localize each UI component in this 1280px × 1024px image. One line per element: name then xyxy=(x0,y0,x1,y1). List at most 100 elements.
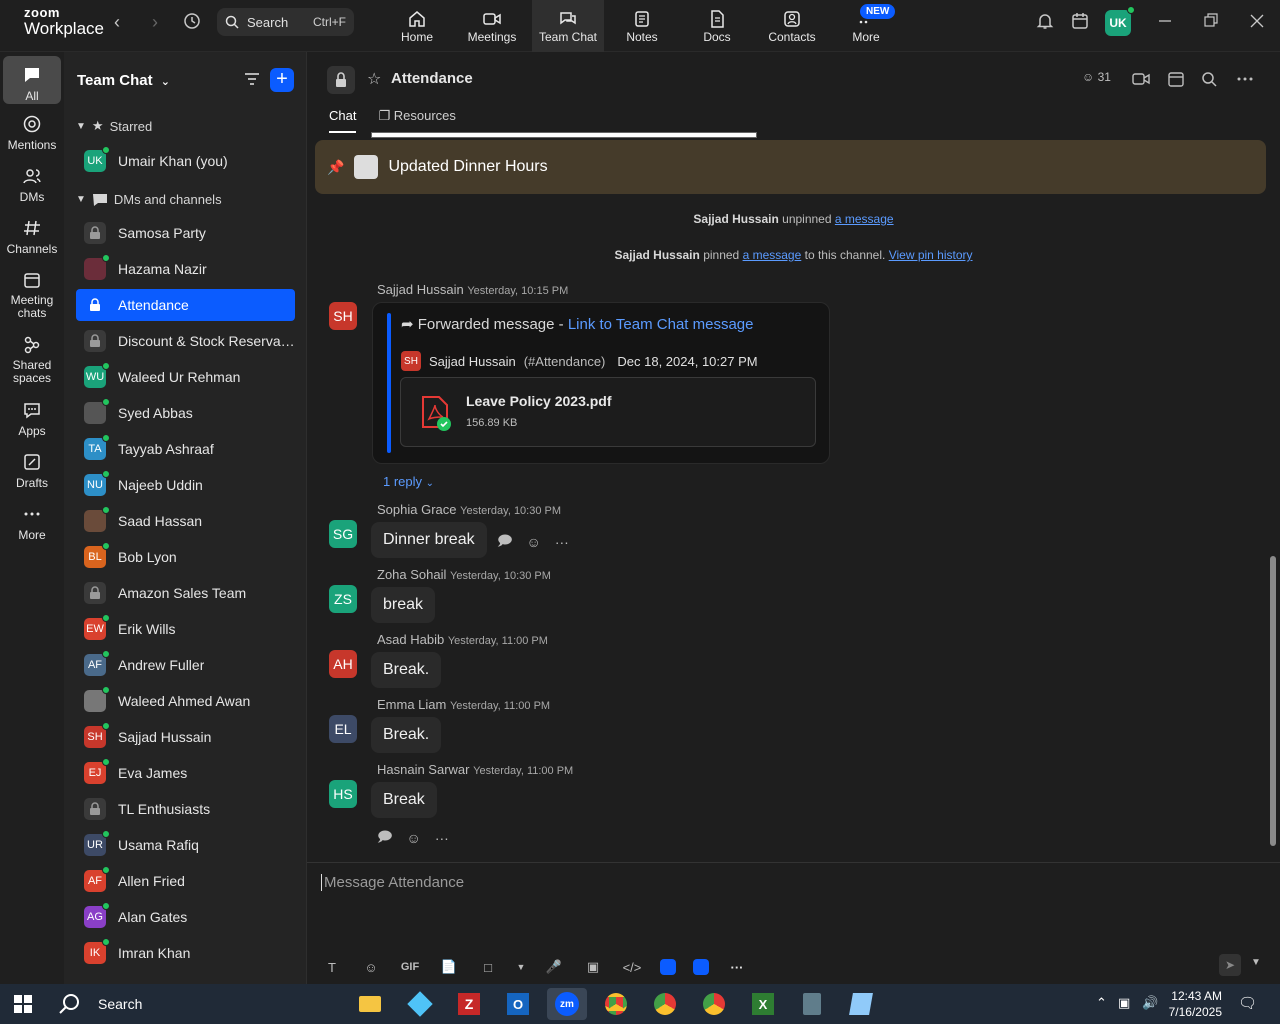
file-attachment[interactable]: Leave Policy 2023.pdf 156.89 KB xyxy=(400,377,816,447)
filter-icon[interactable] xyxy=(244,71,260,87)
chevron-up-icon[interactable]: ⌃ xyxy=(1096,995,1107,1011)
rail-item-all[interactable]: All xyxy=(3,56,61,104)
sidebar-item[interactable]: AG Alan Gates xyxy=(76,901,295,933)
video-call-icon[interactable] xyxy=(1132,72,1150,86)
tab-chat[interactable]: Chat xyxy=(329,108,357,133)
message-bubble[interactable]: Break xyxy=(371,782,437,818)
file-explorer-icon[interactable] xyxy=(350,988,390,1020)
starred-section-header[interactable]: ▼ ★ Starred xyxy=(76,118,152,134)
calendar-icon[interactable] xyxy=(1071,12,1089,35)
system-clock[interactable]: 12:43 AM 7/16/2025 xyxy=(1160,988,1222,1020)
global-search-input[interactable]: Search Ctrl+F xyxy=(217,8,354,36)
channel-title[interactable]: Attendance xyxy=(391,70,473,87)
nav-tab-notes[interactable]: Notes xyxy=(606,0,678,52)
chevron-down-icon[interactable]: ▼ xyxy=(1251,957,1261,968)
more-options-icon[interactable]: ··· xyxy=(555,534,569,550)
sidebar-item[interactable]: Amazon Sales Team xyxy=(76,577,295,609)
message-link[interactable]: a message xyxy=(835,212,894,226)
minimize-icon[interactable] xyxy=(1158,12,1172,35)
nav-tab-home[interactable]: Home xyxy=(381,0,453,52)
sidebar-item[interactable]: EJ Eva James xyxy=(76,757,295,789)
pinned-message-banner[interactable]: 📌 Updated Dinner Hours xyxy=(315,140,1266,194)
reply-icon[interactable]: 🗩 xyxy=(377,826,393,850)
sidebar-item[interactable]: WU Waleed Ur Rehman xyxy=(76,361,295,393)
sidebar-item-self[interactable]: UK Umair Khan (you) xyxy=(76,145,295,177)
sidebar-item[interactable]: TA Tayyab Ashraaf xyxy=(76,433,295,465)
calculator-icon[interactable] xyxy=(792,988,832,1020)
sidebar-item[interactable]: Discount & Stock Reservati... xyxy=(76,325,295,357)
microphone-icon[interactable]: 🎤 xyxy=(543,956,565,978)
avatar[interactable]: SH xyxy=(329,302,357,330)
rail-item-mentions[interactable]: Mentions xyxy=(0,114,64,152)
search-icon[interactable] xyxy=(1201,71,1217,87)
member-count[interactable]: ☺ 31 xyxy=(1082,70,1111,84)
emoji-reaction-icon[interactable]: ☺ xyxy=(407,830,421,846)
notepad-icon[interactable] xyxy=(841,988,881,1020)
zoom-app-icon[interactable] xyxy=(693,959,709,975)
star-outline-icon[interactable]: ☆ xyxy=(367,69,381,89)
nav-tab-docs[interactable]: Docs xyxy=(681,0,753,52)
sidebar-item[interactable]: AF Allen Fried xyxy=(76,865,295,897)
attach-file-icon[interactable]: 📄 xyxy=(438,956,460,978)
volume-icon[interactable]: 🔊 xyxy=(1142,995,1158,1011)
avatar[interactable]: AH xyxy=(329,650,357,678)
sidebar-item[interactable]: NU Najeeb Uddin xyxy=(76,469,295,501)
sidebar-item[interactable]: Saad Hassan xyxy=(76,505,295,537)
rail-item-channels[interactable]: Channels xyxy=(0,218,64,256)
avatar[interactable]: ZS xyxy=(329,585,357,613)
reply-icon[interactable]: 🗩 xyxy=(497,530,513,554)
back-arrow-icon[interactable]: ‹ xyxy=(114,12,120,33)
bell-icon[interactable] xyxy=(1036,12,1054,35)
sidebar-item[interactable]: Attendance xyxy=(76,289,295,321)
sidebar-item[interactable]: AF Andrew Fuller xyxy=(76,649,295,681)
rail-item-shared-spaces[interactable]: Shared spaces xyxy=(0,335,64,385)
notifications-icon[interactable]: 🗨 xyxy=(1238,994,1257,1012)
team-chat-message-link[interactable]: Link to Team Chat message xyxy=(568,316,754,333)
forward-arrow-icon[interactable]: › xyxy=(152,12,158,33)
sidebar-item[interactable]: SH Sajjad Hussain xyxy=(76,721,295,753)
avatar[interactable]: SG xyxy=(329,520,357,548)
video-message-icon[interactable]: ▣ xyxy=(582,956,604,978)
forwarded-card[interactable]: ➦ Forwarded message - Link to Team Chat … xyxy=(372,302,830,464)
new-chat-button[interactable]: + xyxy=(270,68,294,92)
more-options-icon[interactable]: ··· xyxy=(435,830,449,846)
schedule-calendar-icon[interactable] xyxy=(1167,70,1185,88)
sidebar-item[interactable]: UR Usama Rafiq xyxy=(76,829,295,861)
text-format-icon[interactable]: T xyxy=(321,956,343,978)
message-input[interactable]: Message Attendance xyxy=(321,874,464,891)
chat-scrollbar[interactable] xyxy=(1270,556,1276,846)
sidebar-title[interactable]: Team Chat ⌄ xyxy=(77,72,170,89)
message-bubble[interactable]: Break. xyxy=(371,717,442,753)
network-icon[interactable]: ▣ xyxy=(1118,995,1130,1011)
chrome-icon[interactable] xyxy=(694,988,734,1020)
app-launcher-icon[interactable] xyxy=(400,988,440,1020)
send-icon[interactable]: ➤ xyxy=(1219,954,1241,976)
sidebar-item[interactable]: TL Enthusiasts xyxy=(76,793,295,825)
chrome-icon[interactable] xyxy=(645,988,685,1020)
message-bubble[interactable]: Dinner break xyxy=(371,522,487,558)
restore-icon[interactable] xyxy=(1204,12,1218,35)
sidebar-item[interactable]: Hazama Nazir xyxy=(76,253,295,285)
rail-item-dms[interactable]: DMs xyxy=(0,166,64,204)
rail-item-drafts[interactable]: Drafts xyxy=(0,452,64,490)
emoji-reaction-icon[interactable]: ☺ xyxy=(527,534,541,550)
zoom-taskbar-icon[interactable]: zm xyxy=(547,988,587,1020)
rail-item-apps[interactable]: Apps xyxy=(0,400,64,438)
sidebar-item[interactable]: Samosa Party xyxy=(76,217,295,249)
emoji-icon[interactable]: ☺ xyxy=(360,956,382,978)
sidebar-item[interactable]: IK Imran Khan xyxy=(76,937,295,969)
message-link[interactable]: a message xyxy=(743,248,802,262)
avatar[interactable]: EL xyxy=(329,715,357,743)
screenshot-icon[interactable]: □ xyxy=(477,956,499,978)
excel-icon[interactable]: X xyxy=(743,988,783,1020)
nav-tab-meetings[interactable]: Meetings xyxy=(456,0,528,52)
nav-tab-contacts[interactable]: Contacts xyxy=(756,0,828,52)
message-bubble[interactable]: Break. xyxy=(371,652,442,688)
taskbar-search[interactable]: Search xyxy=(58,984,142,1024)
more-options-icon[interactable] xyxy=(1237,76,1253,82)
outlook-icon[interactable]: O xyxy=(498,988,538,1020)
close-icon[interactable] xyxy=(1250,12,1264,35)
sidebar-item[interactable]: EW Erik Wills xyxy=(76,613,295,645)
thread-reply-link[interactable]: 1 reply ⌄ xyxy=(383,474,434,489)
app-integration-icon[interactable] xyxy=(660,959,676,975)
